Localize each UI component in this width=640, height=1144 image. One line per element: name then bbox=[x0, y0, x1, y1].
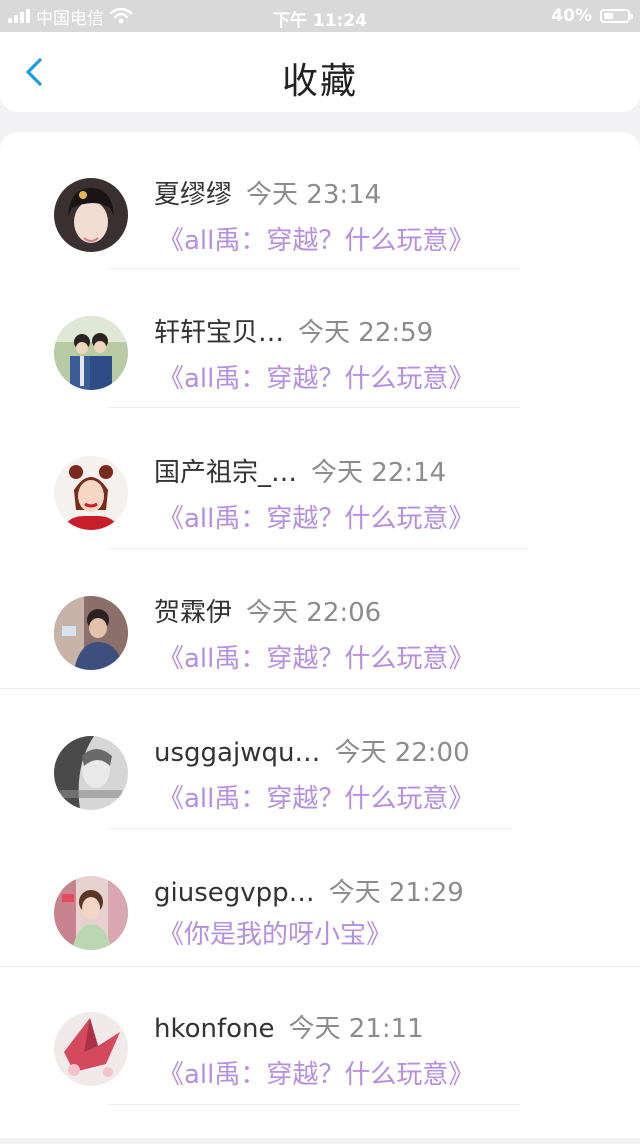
item-title: 轩轩宝贝… 今天 22:59 bbox=[154, 312, 433, 349]
user-name: usggajwqu… bbox=[154, 738, 321, 768]
avatar[interactable] bbox=[54, 596, 128, 670]
divider bbox=[0, 966, 640, 967]
user-name: 夏缪缪 bbox=[154, 180, 233, 210]
user-name: 轩轩宝贝… bbox=[154, 318, 285, 348]
avatar[interactable] bbox=[54, 178, 128, 252]
work-title[interactable]: 《all禹：穿越？什么玩意》 bbox=[158, 358, 474, 395]
work-title[interactable]: 《all禹：穿越？什么玩意》 bbox=[158, 220, 474, 257]
divider bbox=[108, 407, 520, 408]
work-title[interactable]: 《all禹：穿越？什么玩意》 bbox=[158, 778, 474, 815]
list-item[interactable]: 轩轩宝贝… 今天 22:59 《all禹：穿越？什么玩意》 bbox=[0, 308, 640, 448]
user-name: giusegvpp… bbox=[154, 878, 315, 908]
work-title[interactable]: 《你是我的呀小宝》 bbox=[158, 914, 392, 951]
work-title[interactable]: 《all禹：穿越？什么玩意》 bbox=[158, 638, 474, 675]
battery-icon bbox=[600, 9, 633, 23]
avatar[interactable] bbox=[54, 736, 128, 810]
work-title[interactable]: 《all禹：穿越？什么玩意》 bbox=[158, 498, 474, 535]
timestamp: 今天 23:14 bbox=[246, 180, 382, 210]
user-name: hkonfone bbox=[154, 1014, 275, 1044]
battery-percent: 40% bbox=[551, 6, 592, 26]
divider bbox=[108, 268, 520, 269]
avatar[interactable] bbox=[54, 876, 128, 950]
timestamp: 今天 22:00 bbox=[334, 738, 470, 768]
item-title: 贺霖伊 今天 22:06 bbox=[154, 592, 381, 629]
divider bbox=[0, 688, 640, 689]
divider bbox=[108, 828, 512, 829]
avatar[interactable] bbox=[54, 316, 128, 390]
status-time: 下午 11:24 bbox=[272, 11, 368, 31]
item-title: giusegvpp… 今天 21:29 bbox=[154, 872, 464, 909]
list-item[interactable]: 国产祖宗_… 今天 22:14 《all禹：穿越？什么玩意》 bbox=[0, 448, 640, 588]
user-name: 贺霖伊 bbox=[154, 598, 233, 628]
list-item[interactable]: usggajwqu… 今天 22:00 《all禹：穿越？什么玩意》 bbox=[0, 728, 640, 868]
list-item[interactable]: 贺霖伊 今天 22:06 《all禹：穿越？什么玩意》 bbox=[0, 588, 640, 728]
status-right: 40% bbox=[551, 0, 633, 32]
avatar[interactable] bbox=[54, 456, 128, 530]
timestamp: 今天 21:11 bbox=[288, 1014, 424, 1044]
page-title: 收藏 bbox=[281, 61, 358, 102]
list-item[interactable]: hkonfone 今天 21:11 《all禹：穿越？什么玩意》 bbox=[0, 1004, 640, 1144]
item-title: usggajwqu… 今天 22:00 bbox=[154, 732, 470, 769]
item-title: hkonfone 今天 21:11 bbox=[154, 1008, 424, 1045]
nav-header: 收藏 bbox=[0, 32, 640, 112]
user-name: 国产祖宗_… bbox=[154, 458, 298, 488]
timestamp: 今天 22:59 bbox=[298, 318, 434, 348]
work-title[interactable]: 《all禹：穿越？什么玩意》 bbox=[158, 1054, 474, 1091]
item-title: 国产祖宗_… 今天 22:14 bbox=[154, 452, 446, 489]
timestamp: 今天 21:29 bbox=[328, 878, 464, 908]
list-item[interactable]: 夏缪缪 今天 23:14 《all禹：穿越？什么玩意》 bbox=[0, 170, 640, 310]
list-item[interactable]: giusegvpp… 今天 21:29 《你是我的呀小宝》 bbox=[0, 868, 640, 1008]
divider bbox=[108, 548, 528, 549]
favorites-list: 夏缪缪 今天 23:14 《all禹：穿越？什么玩意》 轩轩宝贝… 今天 22:59… bbox=[0, 132, 640, 1138]
avatar[interactable] bbox=[54, 1012, 128, 1086]
timestamp: 今天 22:14 bbox=[311, 458, 447, 488]
divider bbox=[108, 1104, 520, 1105]
item-title: 夏缪缪 今天 23:14 bbox=[154, 174, 381, 211]
timestamp: 今天 22:06 bbox=[246, 598, 382, 628]
status-bar: 中国电信 下午 11:24 40% bbox=[0, 0, 640, 32]
